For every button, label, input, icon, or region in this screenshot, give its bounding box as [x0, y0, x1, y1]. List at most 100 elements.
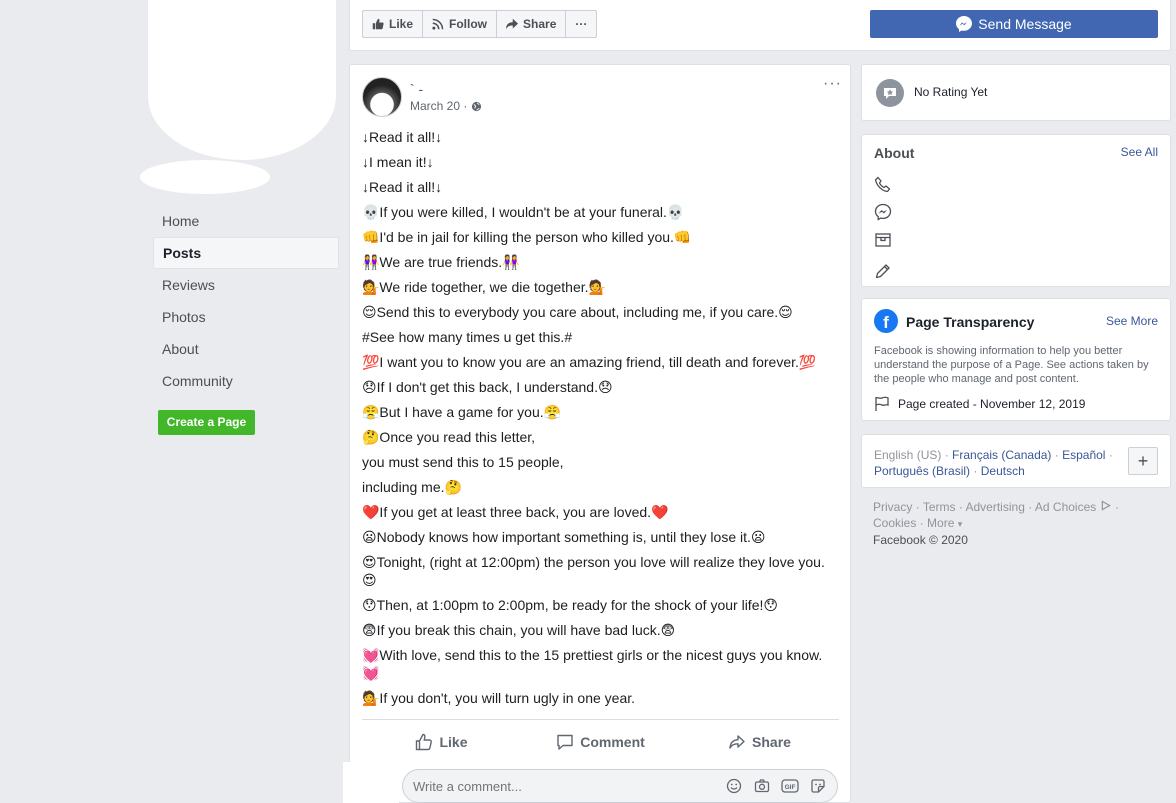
separator: · [1114, 500, 1119, 514]
language-link[interactable]: Español [1062, 448, 1105, 462]
post-line: 😯Then, at 1:00pm to 2:00pm, be ready for… [362, 597, 778, 613]
flag-icon [875, 396, 889, 411]
rating-star-icon [876, 79, 904, 107]
create-page-button[interactable]: Create a Page [158, 410, 255, 435]
separator: · [958, 500, 963, 514]
post-options-button[interactable]: ··· [823, 75, 842, 93]
page-actions: Like Follow Share ··· [362, 10, 598, 38]
language-card: English (US) · Français (Canada) · Españ… [861, 434, 1171, 488]
transparency-see-more-link[interactable]: See More [1106, 314, 1158, 328]
post-line: ↓I mean it!↓ [362, 154, 434, 170]
footer-link[interactable]: Terms [923, 500, 956, 514]
page-created-text: Page created - November 12, 2019 [898, 397, 1086, 411]
post-like-label: Like [439, 734, 468, 750]
post-line: 😤But I have a game for you.😤 [362, 404, 562, 420]
page-like-label: Like [389, 17, 414, 31]
share-arrow-icon [729, 735, 745, 749]
post-divider [362, 719, 839, 720]
about-title: About [874, 145, 915, 161]
nav-item-about[interactable]: About [153, 333, 339, 365]
page-more-button[interactable]: ··· [566, 11, 596, 37]
share-arrow-icon [506, 18, 519, 30]
footer-link[interactable]: Ad Choices [1035, 500, 1096, 514]
emoji-icon[interactable] [725, 777, 743, 795]
comment-bubble-icon [557, 734, 573, 750]
send-message-button[interactable]: Send Message [870, 10, 1158, 38]
post-line: you must send this to 15 people, [362, 454, 564, 470]
post-line: ❤️If you get at least three back, you ar… [362, 504, 669, 520]
post-comment-button[interactable]: Comment [521, 727, 680, 757]
post-line: including me.🤔 [362, 479, 462, 495]
page-share-label: Share [523, 17, 557, 31]
comment-composer: GIF [402, 769, 838, 803]
separator: · [919, 516, 924, 530]
facebook-logo-icon: f [874, 309, 898, 333]
camera-icon[interactable] [753, 777, 771, 795]
post-line: 💁If you don't, you will turn ugly in one… [362, 690, 636, 706]
thumbs-up-icon [372, 18, 384, 30]
nav-item-photos[interactable]: Photos [153, 301, 339, 333]
gif-icon[interactable]: GIF [781, 777, 799, 795]
add-language-button[interactable]: + [1128, 447, 1158, 475]
post-line: ↓Read it all!↓ [362, 129, 443, 145]
post-line: 😍Tonight, (right at 12:00pm) the person … [362, 554, 825, 588]
footer-link[interactable]: Cookies [873, 516, 916, 530]
post-line: 🤔Once you read this letter, [362, 429, 536, 445]
profile-picture[interactable] [148, 0, 336, 160]
nav-item-posts[interactable]: Posts [153, 237, 339, 269]
post-author-name[interactable]: ` - [410, 81, 423, 97]
post-line: 💁We ride together, we die together.💁 [362, 279, 606, 295]
page-share-button[interactable]: Share [497, 11, 567, 37]
thumbs-up-icon [416, 733, 433, 751]
rating-text: No Rating Yet [914, 85, 988, 99]
phone-icon [874, 176, 891, 193]
current-language: English (US) [874, 448, 942, 462]
post-timestamp[interactable]: March 20 · [410, 99, 482, 113]
separator: · [1028, 500, 1033, 514]
post-line: 😨If you break this chain, you will have … [362, 622, 676, 638]
post-card: ` - March 20 · ··· ↓Read it all!↓ ↓I mea… [349, 64, 851, 803]
post-line: 💓With love, send this to the 15 pretties… [362, 647, 823, 681]
footer-link[interactable]: Privacy [873, 500, 912, 514]
language-link[interactable]: Français (Canada) [952, 448, 1051, 462]
globe-icon [472, 101, 482, 111]
post-line: 👊I'd be in jail for killing the person w… [362, 229, 692, 245]
footer-link[interactable]: Advertising [966, 500, 1025, 514]
post-date-text: March 20 · [410, 99, 468, 113]
send-message-label: Send Message [978, 16, 1072, 32]
post-action-bar: Like Comment Share [362, 727, 839, 757]
sticker-icon[interactable] [809, 777, 827, 795]
post-line: ↓Read it all!↓ [362, 179, 443, 195]
separator: · [1054, 448, 1059, 462]
language-link[interactable]: Português (Brasil) [874, 464, 970, 478]
profile-picture-shadow [140, 160, 270, 194]
footer-link[interactable]: More [927, 516, 954, 530]
gif-label: GIF [785, 784, 796, 791]
post-like-button[interactable]: Like [362, 727, 521, 757]
language-link[interactable]: Deutsch [981, 464, 1025, 478]
page-transparency-card: f Page Transparency See More Facebook is… [861, 298, 1171, 421]
separator: · [915, 500, 920, 514]
page-nav: Home Posts Reviews Photos About Communit… [153, 205, 339, 397]
rating-card: No Rating Yet [861, 64, 1171, 121]
page-like-button[interactable]: Like [363, 11, 424, 37]
post-line: 👭We are true friends.👭 [362, 254, 520, 270]
separator: · [973, 464, 978, 478]
category-icon [875, 233, 891, 247]
post-line: 😦Nobody knows how important something is… [362, 529, 766, 545]
post-share-button[interactable]: Share [680, 727, 839, 757]
nav-item-reviews[interactable]: Reviews [153, 269, 339, 301]
transparency-title: Page Transparency [906, 314, 1035, 330]
ad-choices-icon[interactable] [1100, 500, 1112, 511]
messenger-icon [956, 16, 973, 32]
about-see-all-link[interactable]: See All [1121, 145, 1158, 159]
post-share-label: Share [752, 734, 791, 750]
post-comment-label: Comment [580, 734, 645, 750]
nav-item-community[interactable]: Community [153, 365, 339, 397]
follow-button[interactable]: Follow [423, 11, 498, 37]
comment-input[interactable] [413, 778, 725, 794]
nav-item-home[interactable]: Home [153, 205, 339, 237]
post-author-avatar[interactable] [362, 77, 402, 117]
pencil-icon[interactable] [874, 262, 892, 280]
copyright: Facebook © 2020 [873, 533, 968, 547]
